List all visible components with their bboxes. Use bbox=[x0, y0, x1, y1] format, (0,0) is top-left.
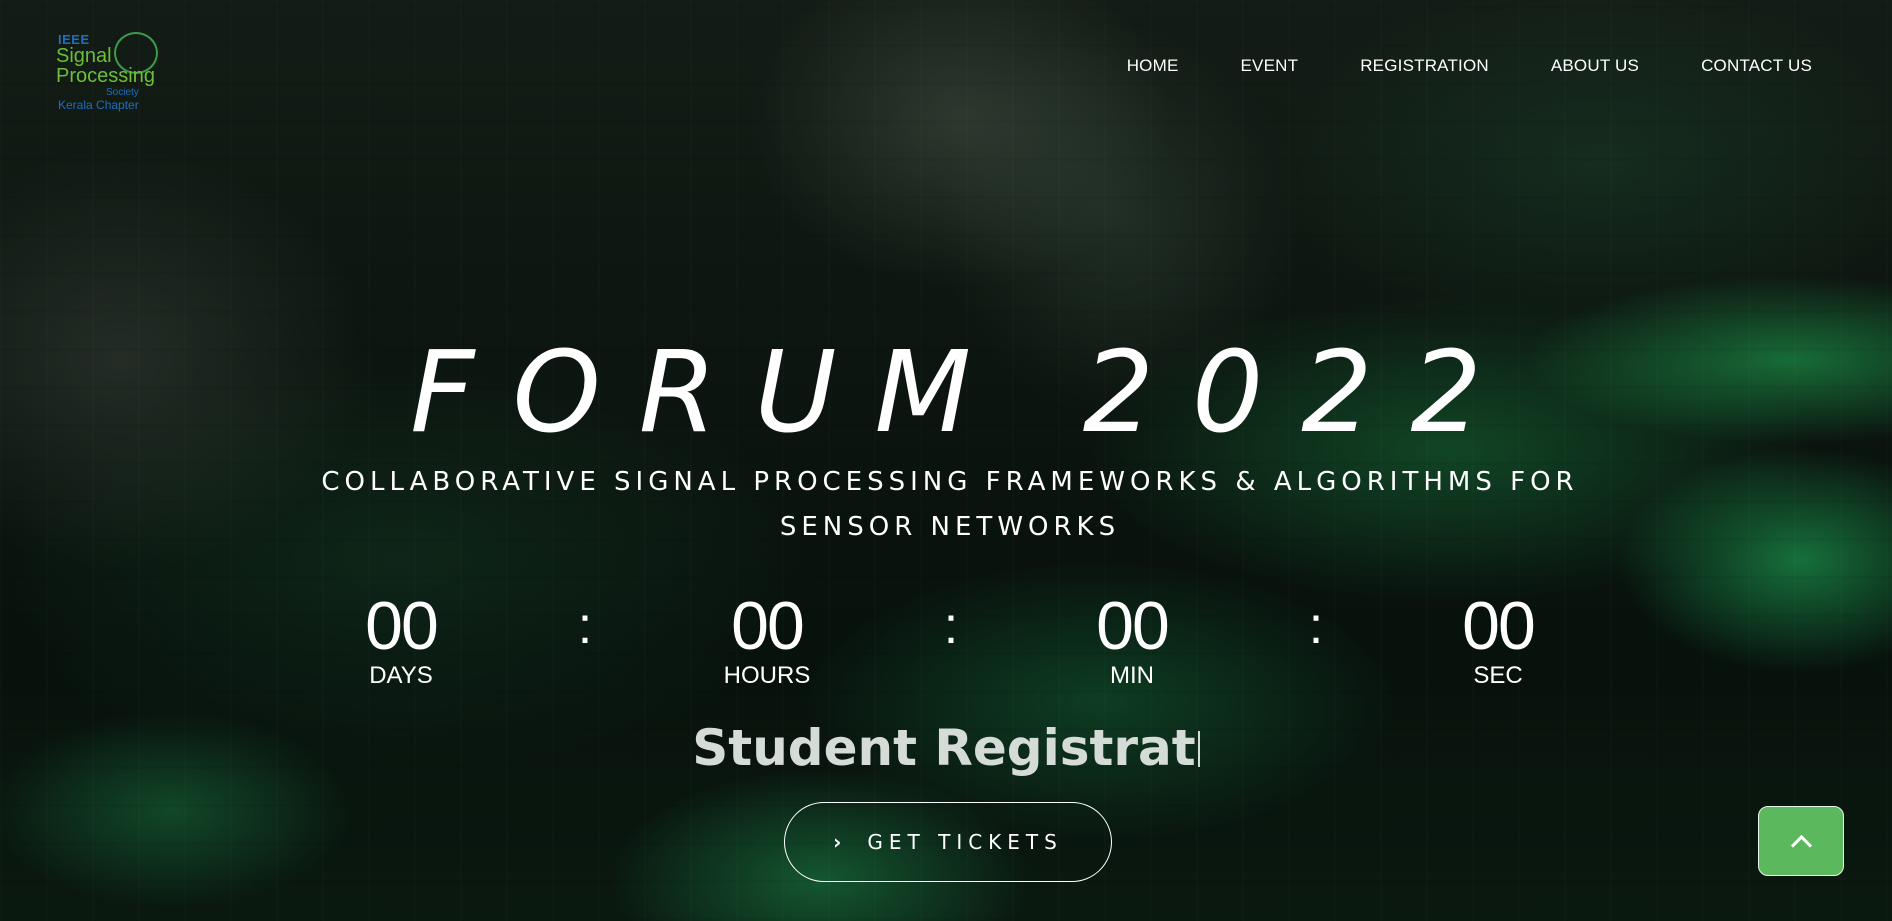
countdown-min-label: MIN bbox=[1110, 662, 1154, 689]
nav-contact-us[interactable]: CONTACT US bbox=[1701, 56, 1812, 76]
site-logo[interactable]: IEEE Signal Processing Society Kerala Ch… bbox=[56, 30, 166, 114]
countdown-hours-label: HOURS bbox=[723, 662, 811, 689]
countdown-sec-value: 00 bbox=[1462, 588, 1536, 664]
countdown-separator: : bbox=[943, 597, 959, 655]
hero-title: FORUM 2022 bbox=[410, 328, 1520, 458]
logo-society: Society bbox=[106, 87, 139, 98]
logo-line1: Signal bbox=[56, 45, 112, 67]
chevron-right-icon: › bbox=[833, 830, 842, 854]
countdown-sec-label: SEC bbox=[1473, 662, 1523, 689]
countdown-hours-value: 00 bbox=[731, 588, 805, 664]
nav-registration[interactable]: REGISTRATION bbox=[1360, 56, 1489, 76]
nav-event[interactable]: EVENT bbox=[1241, 56, 1299, 76]
logo-chapter: Kerala Chapter bbox=[58, 98, 139, 112]
typed-text: Student Registrat bbox=[692, 719, 1196, 777]
countdown-min-value: 00 bbox=[1096, 588, 1170, 664]
countdown-days-value: 00 bbox=[365, 588, 439, 664]
countdown-sec: 00 SEC bbox=[1398, 590, 1598, 690]
nav-about-us[interactable]: ABOUT US bbox=[1551, 56, 1639, 76]
main-nav: HOME EVENT REGISTRATION ABOUT US CONTACT… bbox=[1065, 56, 1812, 76]
countdown-days: 00 DAYS bbox=[301, 590, 501, 690]
countdown-separator: : bbox=[577, 597, 593, 655]
countdown-min: 00 MIN bbox=[1032, 590, 1232, 690]
countdown-timer: 00 DAYS : 00 HOURS : 00 MIN : 00 SEC bbox=[0, 590, 1892, 700]
typing-cursor bbox=[1197, 731, 1200, 767]
scroll-to-top-button[interactable] bbox=[1758, 806, 1844, 876]
countdown-hours: 00 HOURS bbox=[667, 590, 867, 690]
typed-headline: Student Registrat bbox=[0, 716, 1892, 780]
get-tickets-label: GET TICKETS bbox=[867, 830, 1063, 854]
get-tickets-button[interactable]: › GET TICKETS bbox=[784, 802, 1112, 882]
countdown-separator: : bbox=[1308, 597, 1324, 655]
countdown-days-label: DAYS bbox=[369, 662, 433, 689]
logo-line2: Processing bbox=[56, 65, 155, 87]
hero-subtitle: COLLABORATIVE SIGNAL PROCESSING FRAMEWOR… bbox=[321, 467, 1579, 542]
chevron-up-icon bbox=[1790, 834, 1812, 856]
nav-home[interactable]: HOME bbox=[1127, 56, 1179, 76]
